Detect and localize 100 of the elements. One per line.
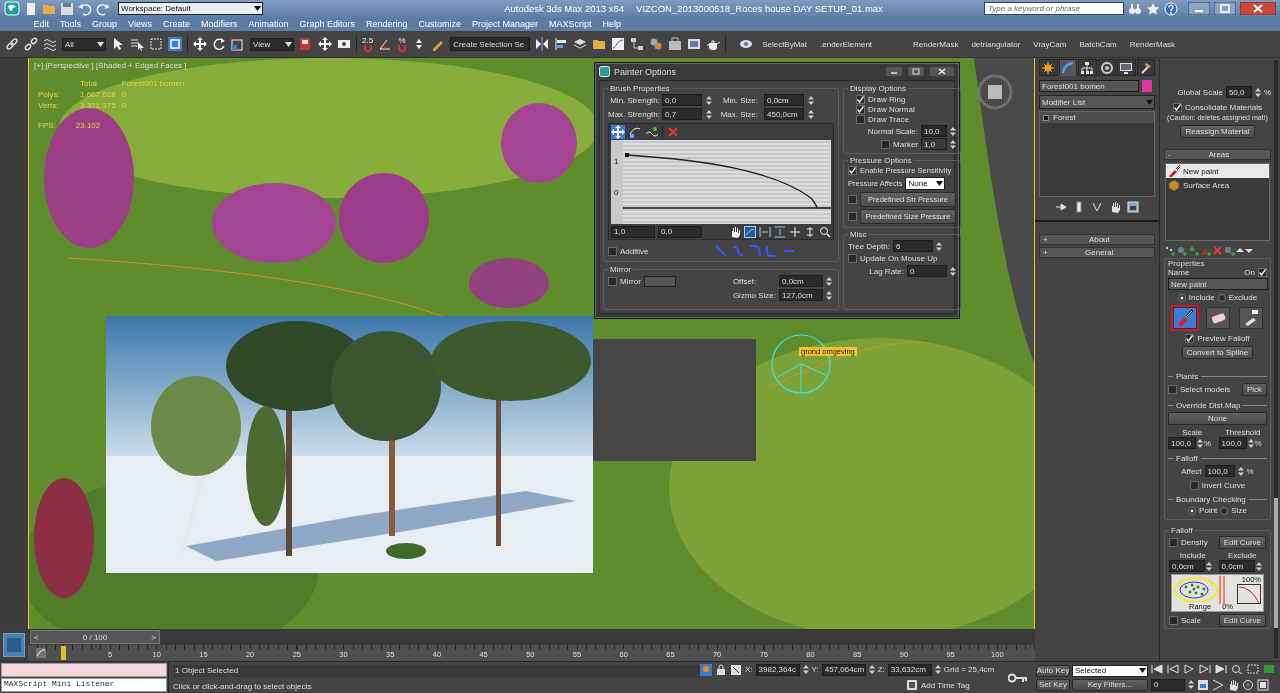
script-button[interactable]: SelectByMat <box>758 39 812 49</box>
undo-icon[interactable] <box>78 1 92 16</box>
menu-item[interactable]: Create <box>157 19 196 29</box>
angle-snap-icon[interactable] <box>378 37 393 51</box>
go-to-end-icon[interactable] <box>1215 664 1227 675</box>
current-frame-field[interactable]: 0 <box>1151 678 1185 691</box>
checkbox[interactable] <box>1173 103 1183 112</box>
menu-item[interactable]: Rendering <box>360 19 414 29</box>
menu-item[interactable]: MAXScript <box>543 19 598 29</box>
selection-filter-dropdown[interactable]: All <box>62 37 106 51</box>
object-name-field[interactable]: Forest001 bomen <box>1039 80 1139 92</box>
panel-tab[interactable] <box>1117 59 1136 76</box>
reference-coordinate-dropdown[interactable]: View <box>250 37 294 51</box>
schematic-icon[interactable] <box>630 37 645 51</box>
script-button[interactable]: RenderMask <box>909 39 963 49</box>
number-field[interactable]: 50,0 <box>1225 86 1252 98</box>
help-icon[interactable] <box>1164 1 1178 16</box>
teapot-icon[interactable] <box>706 37 721 51</box>
curve-editor-icon[interactable] <box>611 37 626 51</box>
coordinate-field[interactable]: 3982,364c <box>755 663 800 676</box>
spinner-icon[interactable] <box>1237 465 1244 477</box>
search-field[interactable]: Type a keyword or phrase <box>984 2 1124 15</box>
rollout-header[interactable]: + General <box>1039 247 1155 258</box>
wave-icon[interactable] <box>43 37 57 51</box>
align-icon[interactable] <box>554 37 569 51</box>
menu-item[interactable]: Tools <box>54 19 87 29</box>
spinner-icon[interactable] <box>934 664 941 676</box>
cursor-icon[interactable] <box>111 37 125 51</box>
scrollbar-thumb[interactable] <box>1274 498 1278 628</box>
next-frame-button[interactable]: > <box>151 632 156 642</box>
key-mode-dropdown[interactable]: Selected <box>1072 664 1148 677</box>
workspace-dropdown[interactable]: Workspace: Default <box>118 2 263 15</box>
radio-button[interactable] <box>1220 506 1229 515</box>
number-field[interactable]: 100,0 <box>1204 465 1235 477</box>
move-icon[interactable] <box>193 37 207 51</box>
maximize-button[interactable] <box>1214 2 1236 15</box>
add-spline-icon[interactable] <box>1176 245 1187 256</box>
pin-icon[interactable] <box>1055 201 1067 213</box>
add-tree-icon[interactable] <box>1188 245 1199 256</box>
end-result-icon[interactable] <box>1073 201 1085 213</box>
color-swatch[interactable] <box>1142 80 1152 92</box>
scale-icon[interactable] <box>231 37 245 51</box>
fork-icon[interactable] <box>1091 201 1103 213</box>
next-frame-icon[interactable] <box>1199 664 1211 675</box>
window-selection-icon[interactable] <box>168 37 182 51</box>
transform-mode-icon[interactable] <box>730 663 742 676</box>
minimize-button[interactable] <box>1188 2 1210 15</box>
convert-to-spline-button[interactable]: Convert to Spline <box>1181 346 1254 359</box>
menu-item[interactable]: Project Manager <box>466 19 544 29</box>
add-time-tag-button[interactable]: Add Time Tag <box>921 680 970 690</box>
number-field[interactable]: 0,0cm <box>1169 560 1205 572</box>
spinner-icon[interactable] <box>868 664 875 676</box>
zoom-all-icon[interactable] <box>1263 664 1275 675</box>
key-filters-button[interactable]: Key Filters... <box>1072 678 1148 691</box>
binoculars-icon[interactable] <box>1128 1 1142 16</box>
paint-tool-button[interactable] <box>1238 307 1263 329</box>
close-button[interactable] <box>1240 2 1276 15</box>
script-input-field[interactable] <box>1 663 167 677</box>
coordinate-field[interactable]: 33,632cm <box>887 663 932 676</box>
time-slider-thumb[interactable]: < 0 / 100 > <box>30 630 160 644</box>
isolate-icon[interactable] <box>700 663 712 676</box>
frame-window-icon[interactable] <box>687 37 702 51</box>
name-field[interactable]: New paint <box>1168 278 1268 290</box>
script-button[interactable]: RenderMask <box>1125 39 1180 49</box>
configure-icon[interactable] <box>1127 201 1139 213</box>
material-spheres-icon[interactable] <box>649 37 664 51</box>
rotate-icon[interactable] <box>212 37 226 51</box>
orbit-icon[interactable] <box>1242 678 1254 691</box>
menu-item[interactable]: Graph Editors <box>293 19 361 29</box>
zoom-icon[interactable] <box>1231 664 1243 675</box>
auto-key-button[interactable]: Auto Key <box>1036 664 1070 677</box>
listener-field[interactable]: MAXScript Mini Listener <box>1 678 167 692</box>
radio-button[interactable] <box>1188 506 1197 515</box>
mirror-icon[interactable] <box>535 37 550 51</box>
number-field[interactable]: 100,0 <box>1218 437 1247 449</box>
move-icon[interactable] <box>318 37 332 51</box>
add-surface-icon[interactable] <box>1224 245 1235 256</box>
checkbox[interactable] <box>1189 481 1199 490</box>
panel-tab[interactable] <box>1136 59 1155 76</box>
zoom-extents-icon[interactable] <box>1247 664 1259 675</box>
checkbox[interactable] <box>1168 385 1177 394</box>
coordinate-field[interactable]: 457,064cm <box>821 663 866 676</box>
menu-item[interactable]: Customize <box>413 19 467 29</box>
paint-tool-button[interactable] <box>1172 307 1197 329</box>
redo-icon[interactable] <box>96 1 110 16</box>
eye-icon[interactable] <box>739 37 754 51</box>
panel-tab[interactable] <box>1058 59 1077 76</box>
radio-button[interactable] <box>1217 293 1226 302</box>
maximize-viewport-icon[interactable] <box>1257 678 1269 691</box>
panel-tab[interactable] <box>1039 59 1058 76</box>
unlink-icon[interactable] <box>24 37 38 51</box>
areas-list-item[interactable]: Surface Area <box>1166 178 1269 192</box>
play-icon[interactable] <box>1183 664 1195 675</box>
rollout-header[interactable]: + About <box>1039 234 1155 245</box>
number-field[interactable]: 100,0 <box>1168 437 1196 449</box>
time-tag-icon[interactable] <box>906 679 918 692</box>
time-config-icon[interactable] <box>1197 678 1209 691</box>
checkbox[interactable] <box>1258 268 1267 277</box>
percent-snap-toggle[interactable]: % <box>397 36 408 52</box>
key-icon[interactable] <box>1008 672 1028 683</box>
